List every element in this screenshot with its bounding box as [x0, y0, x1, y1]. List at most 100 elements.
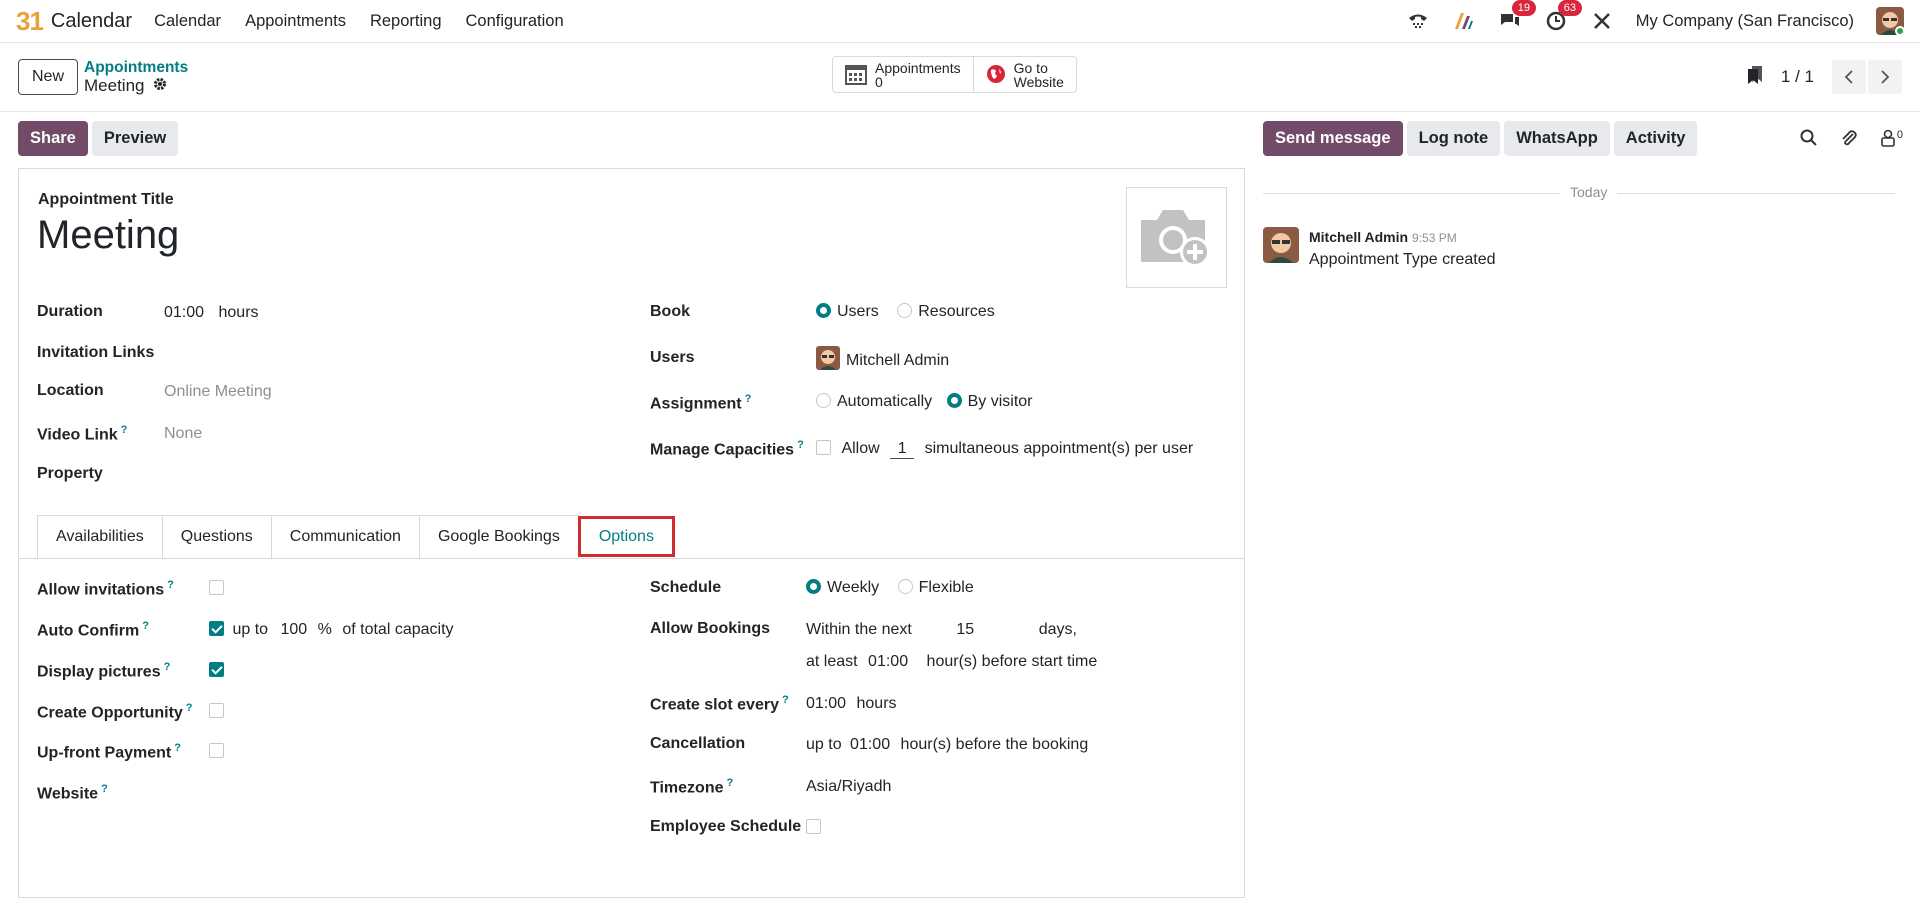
website-smart-line2: Website: [1013, 73, 1064, 90]
schedule-label: Schedule: [650, 579, 722, 596]
property-label: Property: [37, 465, 103, 482]
manage-capacities-field: Allow 1 simultaneous appointment(s) per …: [816, 440, 1193, 459]
log-note-button[interactable]: Log note: [1406, 121, 1501, 156]
company-switcher[interactable]: My Company (San Francisco): [1636, 12, 1854, 31]
duration-unit: hours: [218, 304, 259, 321]
send-message-button[interactable]: Send message: [1263, 121, 1403, 156]
ai-icon[interactable]: [1452, 9, 1476, 33]
allow-invitations-label: Allow invitations?: [37, 579, 174, 599]
manage-capacities-checkbox[interactable]: [816, 440, 831, 455]
create-opportunity-checkbox[interactable]: [209, 703, 224, 718]
phone-icon[interactable]: [1406, 9, 1430, 33]
appointment-title-label: Appointment Title: [38, 191, 174, 208]
paperclip-icon[interactable]: [1840, 129, 1858, 152]
activities-clock-icon[interactable]: 63: [1544, 0, 1583, 33]
app-brand[interactable]: 31 Calendar: [16, 6, 132, 37]
website-smart-line1: Go to: [1013, 59, 1048, 76]
capacities-input[interactable]: 1: [890, 440, 915, 459]
within-days-input[interactable]: 15: [916, 621, 1014, 639]
tabs-divider: [19, 558, 1244, 559]
assignment-auto-radio[interactable]: Automatically: [816, 393, 932, 410]
appointments-smart-count: 0: [875, 73, 883, 90]
preview-button[interactable]: Preview: [91, 121, 179, 156]
schedule-weekly-radio[interactable]: Weekly: [806, 579, 879, 596]
cancellation-suffix: hour(s) before the booking: [900, 736, 1089, 753]
assignment-radio-group: Automatically By visitor: [816, 393, 1033, 411]
tab-google-bookings[interactable]: Google Bookings: [418, 515, 579, 558]
menu-calendar[interactable]: Calendar: [154, 12, 221, 31]
tab-options[interactable]: Options: [577, 516, 675, 557]
menu-reporting[interactable]: Reporting: [370, 12, 442, 31]
tab-communication[interactable]: Communication: [270, 515, 420, 558]
pager-previous-button[interactable]: [1832, 60, 1866, 94]
appointments-smart-label: Appointments: [875, 59, 961, 76]
at-least-text: at least: [806, 653, 858, 670]
debug-tools-icon[interactable]: [1590, 9, 1614, 33]
schedule-flexible-radio[interactable]: Flexible: [897, 579, 974, 596]
book-users-radio[interactable]: Users: [816, 303, 879, 320]
breadcrumb-current: Meeting: [84, 76, 145, 95]
go-to-website-button[interactable]: Go to Website: [972, 57, 1076, 92]
bookmark-icon[interactable]: [1747, 65, 1763, 90]
cancellation-field: up to 01:00 hour(s) before the booking: [806, 736, 1088, 754]
timezone-select[interactable]: Asia/Riyadh: [806, 778, 891, 796]
calendar-app-logo: 31: [16, 5, 44, 36]
auto-confirm-input[interactable]: 100: [281, 621, 308, 638]
top-navbar: 31 Calendar Calendar Appointments Report…: [0, 0, 1920, 43]
image-upload[interactable]: [1126, 187, 1227, 288]
pager-value[interactable]: 1 / 1: [1781, 67, 1814, 87]
cancellation-upto: up to: [806, 736, 842, 753]
form-action-buttons: Share Preview: [18, 121, 179, 156]
message-author[interactable]: Mitchell Admin: [1309, 229, 1408, 245]
at-least-input[interactable]: 01:00: [868, 653, 908, 670]
auto-confirm-upto: up to: [232, 621, 269, 638]
breadcrumb: Appointments Meeting: [84, 59, 188, 95]
duration-field[interactable]: 01:00 hours: [164, 304, 259, 322]
create-opportunity-field: [209, 703, 224, 721]
invitation-links-label: Invitation Links: [37, 344, 155, 361]
duration-label: Duration: [37, 303, 103, 320]
video-link-label: Video Link?: [37, 424, 128, 444]
new-button[interactable]: New: [18, 59, 79, 95]
upfront-payment-checkbox[interactable]: [209, 743, 224, 758]
manage-capacities-label: Manage Capacities?: [650, 439, 804, 459]
upfront-payment-field: [209, 743, 224, 761]
assignment-label: Assignment?: [650, 393, 752, 413]
tab-availabilities[interactable]: Availabilities: [37, 515, 163, 558]
calendar-icon: [845, 63, 867, 87]
user-avatar[interactable]: [1876, 7, 1904, 35]
auto-confirm-suffix: of total capacity: [342, 621, 454, 638]
display-pictures-checkbox[interactable]: [209, 662, 224, 677]
author-avatar[interactable]: [1263, 227, 1299, 263]
create-slot-field[interactable]: 01:00 hours: [806, 695, 897, 713]
menu-appointments[interactable]: Appointments: [245, 12, 346, 31]
tab-questions[interactable]: Questions: [161, 515, 272, 558]
today-label: Today: [1560, 184, 1618, 200]
assignment-visitor-radio[interactable]: By visitor: [946, 393, 1033, 410]
appointment-title-input[interactable]: Meeting: [37, 213, 179, 258]
allow-invitations-checkbox[interactable]: [209, 580, 224, 595]
appointments-smart-button[interactable]: Appointments 0: [833, 57, 973, 92]
book-resources-radio[interactable]: Resources: [897, 303, 995, 320]
auto-confirm-checkbox[interactable]: [209, 621, 224, 636]
whatsapp-button[interactable]: WhatsApp: [1504, 121, 1610, 156]
cancellation-input[interactable]: 01:00: [850, 736, 890, 753]
video-link-select[interactable]: None: [164, 425, 202, 443]
messages-badge: 19: [1511, 0, 1537, 16]
auto-confirm-field: up to 100 % of total capacity: [209, 621, 454, 639]
breadcrumb-appointments[interactable]: Appointments: [84, 59, 188, 77]
menu-configuration[interactable]: Configuration: [466, 12, 564, 31]
employee-schedule-checkbox[interactable]: [806, 819, 821, 834]
followers-button[interactable]: 0: [1880, 129, 1903, 152]
message-body: Appointment Type created: [1309, 251, 1496, 268]
location-input[interactable]: Online Meeting: [164, 383, 272, 401]
capacities-allow-text: Allow: [841, 440, 880, 457]
pager-next-button[interactable]: [1868, 60, 1902, 94]
messages-icon[interactable]: 19: [1498, 0, 1537, 33]
gear-icon[interactable]: [153, 77, 167, 95]
search-icon[interactable]: [1800, 129, 1818, 152]
users-tag[interactable]: Mitchell Admin: [816, 346, 949, 375]
share-button[interactable]: Share: [18, 121, 88, 156]
message-time: 9:53 PM: [1412, 231, 1457, 245]
activity-button[interactable]: Activity: [1613, 121, 1698, 156]
